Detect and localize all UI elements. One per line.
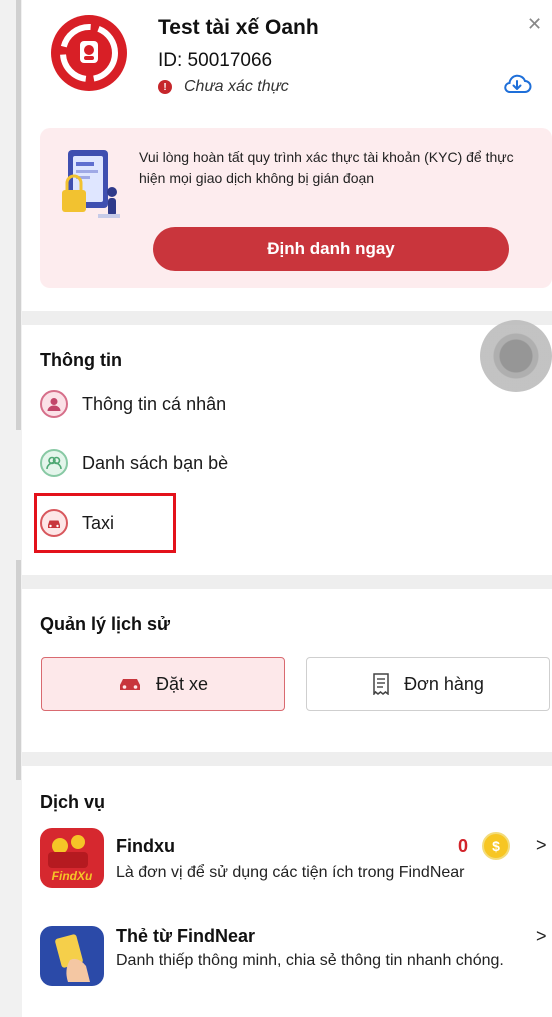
user-id: ID: 50017066	[158, 50, 273, 71]
kyc-banner: Vui lòng hoàn tất quy trình xác thực tài…	[40, 128, 552, 288]
user-icon	[40, 390, 68, 418]
service-description: Danh thiếp thông minh, chia sẻ thông tin…	[116, 952, 504, 969]
menu-label: Danh sách bạn bè	[82, 452, 229, 473]
info-section-title: Thông tin	[40, 350, 122, 370]
verification-status: ! Chưa xác thực	[158, 78, 289, 96]
menu-label: Thông tin cá nhân	[82, 393, 227, 414]
close-icon[interactable]: ✕	[527, 14, 542, 35]
menu-item-friends[interactable]: Danh sách bạn bè	[40, 445, 228, 481]
service-title: Thẻ từ FindNear	[116, 926, 256, 946]
background-app-edge	[0, 0, 22, 1017]
highlight-annotation-box	[34, 493, 176, 553]
warning-icon: !	[158, 80, 172, 94]
floating-assistive-button[interactable]	[480, 320, 552, 392]
receipt-icon	[372, 673, 390, 695]
services-section-title: Dịch vụ	[40, 792, 106, 812]
kyc-message: Vui lòng hoàn tất quy trình xác thực tài…	[139, 149, 514, 186]
chevron-right-icon: >	[536, 926, 547, 946]
tab-order-history[interactable]: Đơn hàng	[306, 657, 550, 711]
menu-item-personal-info[interactable]: Thông tin cá nhân	[40, 386, 226, 422]
verify-now-button[interactable]: Định danh ngay	[153, 227, 509, 271]
cloud-download-icon[interactable]	[502, 72, 532, 103]
service-description: Là đơn vị để sử dụng các tiện ích trong …	[116, 864, 465, 881]
section-divider	[22, 575, 552, 589]
service-item-findxu[interactable]: FindXu Findxu Là đơn vị để sử dụng các t…	[40, 828, 552, 890]
driver-logo-icon	[60, 24, 118, 82]
findxu-logo-icon: FindXu	[40, 828, 104, 888]
chevron-right-icon: >	[536, 835, 547, 855]
section-divider	[22, 752, 552, 766]
tab-ride-history[interactable]: Đặt xe	[41, 657, 285, 711]
service-title: Findxu	[116, 836, 175, 856]
history-section-title: Quản lý lịch sử	[40, 614, 171, 634]
findxu-balance: 0	[458, 836, 469, 856]
findnear-card-logo-icon	[40, 926, 104, 986]
findxu-logo-text: FindXu	[52, 869, 93, 883]
user-name: Test tài xế Oanh	[158, 16, 319, 39]
kyc-illustration-icon	[58, 146, 124, 233]
coin-icon: $	[482, 832, 510, 860]
avatar[interactable]	[51, 15, 127, 91]
section-divider	[22, 311, 552, 325]
tab-label: Đặt xe	[155, 673, 209, 694]
car-icon	[118, 676, 142, 692]
service-item-findnear-card[interactable]: Thẻ từ FindNear Danh thiếp thông minh, c…	[40, 926, 552, 996]
side-drawer: Test tài xế Oanh ID: 50017066 ! Chưa xác…	[22, 0, 552, 1017]
tab-label: Đơn hàng	[404, 673, 484, 694]
verification-text: Chưa xác thực	[184, 78, 289, 95]
friends-icon	[40, 449, 68, 477]
